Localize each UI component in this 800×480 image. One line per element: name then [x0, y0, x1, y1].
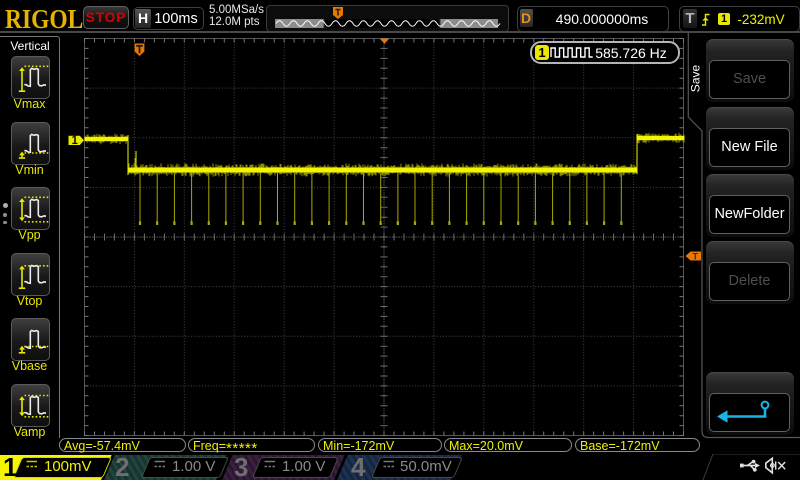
svg-text:T: T	[693, 251, 699, 261]
svg-text:1: 1	[72, 135, 79, 147]
